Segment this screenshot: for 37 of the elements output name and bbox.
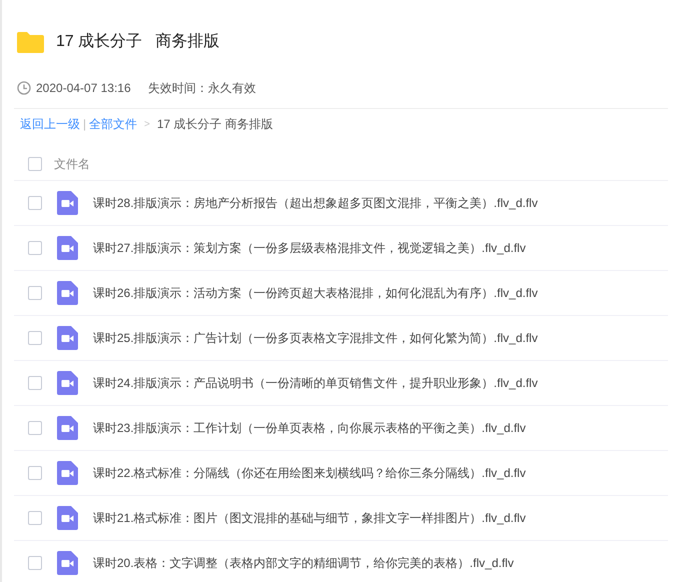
checkbox[interactable] bbox=[28, 466, 42, 480]
video-file-icon bbox=[57, 281, 78, 305]
file-name[interactable]: 课时26.排版演示：活动方案（一份跨页超大表格混排，如何化混乱为有序）.flv_d.flv bbox=[93, 284, 538, 302]
video-file-icon bbox=[57, 416, 78, 440]
checkbox[interactable] bbox=[28, 511, 42, 525]
video-file-icon bbox=[57, 506, 78, 530]
video-file-icon bbox=[57, 551, 78, 575]
checkbox[interactable] bbox=[28, 286, 42, 300]
checkbox[interactable] bbox=[28, 331, 42, 345]
checkbox[interactable] bbox=[28, 376, 42, 390]
file-name[interactable]: 课时25.排版演示：广告计划（一份多页表格文字混排文件，如何化繁为简）.flv_d.flv bbox=[93, 329, 538, 347]
checkbox[interactable] bbox=[28, 421, 42, 435]
checkbox[interactable] bbox=[28, 196, 42, 210]
share-date: 2020-04-07 13:16 bbox=[36, 80, 131, 97]
file-name[interactable]: 课时28.排版演示：房地产分析报告（超出想象超多页图文混排，平衡之美）.flv_d.flv bbox=[93, 194, 538, 212]
file-name[interactable]: 课时20.表格：文字调整（表格内部文字的精细调节，给你完美的表格）.flv_d.flv bbox=[93, 554, 514, 572]
video-file-icon bbox=[57, 236, 78, 260]
expiry-text: 失效时间：永久有效 bbox=[148, 80, 256, 97]
file-name[interactable]: 课时23.排版演示：工作计划（一份单页表格，向你展示表格的平衡之美）.flv_d.flv bbox=[93, 419, 526, 437]
file-name[interactable]: 课时21.格式标准：图片（图文混排的基础与细节，象排文字一样排图片）.flv_d.flv bbox=[93, 509, 526, 527]
video-file-icon bbox=[57, 326, 78, 350]
file-name[interactable]: 课时27.排版演示：策划方案（一份多层级表格混排文件，视觉逻辑之美）.flv_d.flv bbox=[93, 239, 526, 257]
breadcrumb-arrow: > bbox=[144, 118, 150, 132]
checkbox[interactable] bbox=[28, 156, 42, 170]
clock-icon bbox=[17, 81, 31, 95]
file-name[interactable]: 课时24.排版演示：产品说明书（一份清晰的单页销售文件，提升职业形象）.flv_d.flv bbox=[93, 374, 538, 392]
folder-title: 17 成长分子 商务排版 bbox=[56, 32, 220, 52]
checkbox[interactable] bbox=[28, 556, 42, 570]
video-file-icon bbox=[57, 371, 78, 395]
video-file-icon bbox=[57, 191, 78, 215]
column-header: 文件名 bbox=[54, 156, 90, 172]
video-file-icon bbox=[57, 461, 78, 485]
checkbox[interactable] bbox=[28, 241, 42, 255]
current-folder: 17 成长分子 商务排版 bbox=[156, 116, 273, 133]
breadcrumb-separator: | bbox=[83, 116, 86, 133]
folder-icon bbox=[17, 32, 44, 52]
file-name[interactable]: 课时22.格式标准：分隔线（你还在用绘图来划横线吗？给你三条分隔线）.flv_d.flv bbox=[93, 464, 526, 482]
